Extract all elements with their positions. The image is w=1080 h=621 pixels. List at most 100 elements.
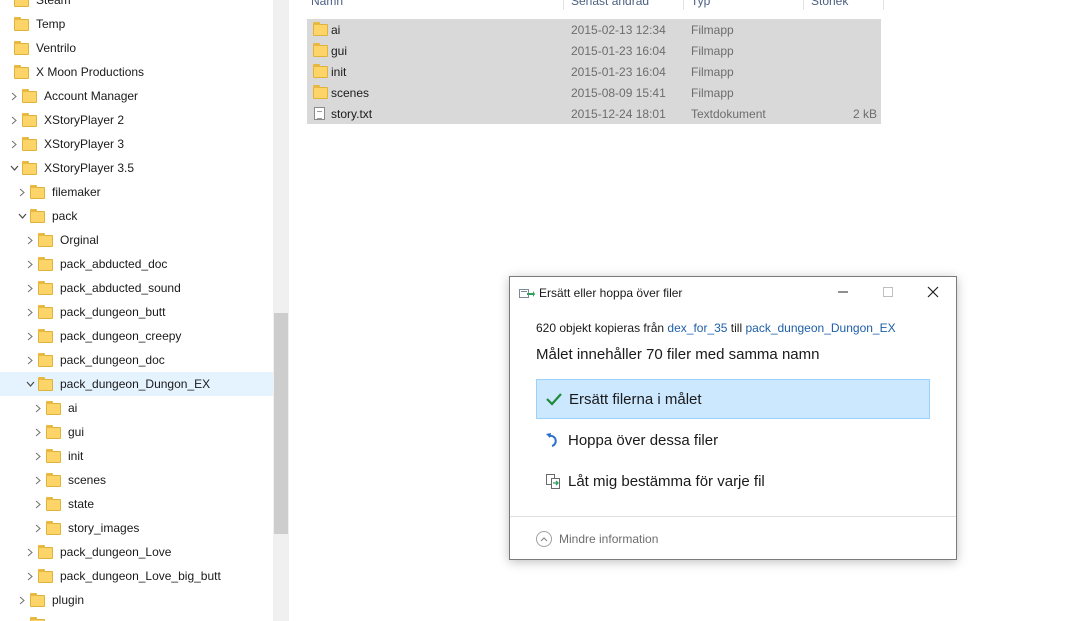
chevron-right-icon[interactable] — [16, 180, 28, 204]
chevron-right-icon[interactable] — [24, 564, 36, 588]
chevron-right-icon[interactable] — [8, 84, 20, 108]
nav-tree-item[interactable]: filemaker — [0, 180, 273, 204]
chevron-down-icon[interactable] — [24, 372, 36, 396]
chevron-right-icon[interactable] — [32, 468, 44, 492]
chevron-right-icon[interactable] — [24, 348, 36, 372]
chevron-right-icon[interactable] — [24, 228, 36, 252]
chevron-right-icon[interactable] — [24, 300, 36, 324]
maximize-icon — [882, 287, 893, 297]
nav-tree-item[interactable]: Account Manager — [0, 84, 273, 108]
destination-folder-link[interactable]: pack_dungeon_Dungon_EX — [745, 321, 895, 335]
nav-tree-item[interactable]: XStoryPlayer 3 — [0, 132, 273, 156]
folder-icon — [30, 592, 46, 607]
nav-tree-item[interactable]: XStoryPlayer 2 — [0, 108, 273, 132]
chevron-right-icon[interactable] — [32, 492, 44, 516]
chevron-right-icon[interactable] — [16, 588, 28, 612]
nav-tree-item-label: ai — [68, 401, 78, 415]
nav-tree-item[interactable]: pack_dungeon_doc — [0, 348, 273, 372]
dialog-titlebar[interactable]: Ersätt eller hoppa över filer — [510, 277, 956, 307]
chevron-down-icon[interactable] — [8, 156, 20, 180]
nav-tree-item-label: pack_dungeon_butt — [60, 305, 166, 319]
column-header-size[interactable]: Storlek — [804, 0, 884, 10]
chevron-right-icon[interactable] — [32, 396, 44, 420]
nav-tree-item[interactable]: plugin — [0, 588, 273, 612]
folder-icon — [46, 448, 62, 463]
nav-tree-item[interactable]: pack — [0, 204, 273, 228]
folder-icon — [46, 400, 62, 415]
folder-icon — [14, 64, 30, 79]
nav-tree-item[interactable]: state — [0, 492, 273, 516]
file-row[interactable]: init 2015-01-23 16:04 Filmapp — [307, 61, 881, 82]
nav-tree-item[interactable]: gui — [0, 420, 273, 444]
folder-icon — [14, 40, 30, 55]
file-row[interactable]: gui 2015-01-23 16:04 Filmapp — [307, 40, 881, 61]
minimize-button[interactable] — [820, 277, 865, 307]
chevron-right-icon[interactable] — [8, 132, 20, 156]
chevron-up-icon — [536, 531, 552, 547]
nav-tree-item[interactable]: XStoryPlayer 3.5 — [0, 156, 273, 180]
nav-tree-item[interactable]: pack_dungeon_Dungon_EX — [0, 372, 273, 396]
chevron-right-icon[interactable] — [24, 324, 36, 348]
chevron-right-icon[interactable] — [32, 516, 44, 540]
file-name: init — [331, 64, 347, 79]
file-row[interactable]: story.txt 2015-12-24 18:01 Textdokument 2 k… — [307, 103, 881, 124]
file-row[interactable]: ai 2015-02-13 12:34 Filmapp — [307, 19, 881, 40]
nav-tree-item[interactable]: pack_dungeon_Love — [0, 540, 273, 564]
close-button[interactable] — [910, 277, 955, 307]
chevron-right-icon[interactable] — [32, 420, 44, 444]
nav-tree-item[interactable]: pack_abducted_sound — [0, 276, 273, 300]
nav-tree-item[interactable]: pack_dungeon_creepy — [0, 324, 273, 348]
skip-files-option[interactable]: Hoppa över dessa filer — [536, 420, 930, 460]
column-header-date[interactable]: Senast ändrad — [564, 0, 684, 10]
file-date-modified: 2015-01-23 16:04 — [571, 64, 666, 79]
nav-tree-item-label: pack_abducted_sound — [60, 281, 181, 295]
nav-tree-item-label: Ventrilo — [36, 41, 77, 55]
nav-tree-item-label: story_images — [68, 521, 140, 535]
file-size: 2 kB — [852, 106, 877, 121]
nav-tree-item[interactable]: pack_dungeon_Love_big_butt — [0, 564, 273, 588]
nav-tree-item[interactable]: Orginal — [0, 228, 273, 252]
nav-tree-item[interactable]: X Moon Productions — [0, 60, 273, 84]
file-row[interactable]: scenes 2015-08-09 15:41 Filmapp — [307, 82, 881, 103]
folder-icon — [38, 280, 54, 295]
column-header-name[interactable]: Namn — [289, 0, 564, 10]
chevron-right-icon[interactable] — [24, 540, 36, 564]
nav-tree-item[interactable]: init — [0, 444, 273, 468]
column-header-type[interactable]: Typ — [684, 0, 804, 10]
chevron-right-icon[interactable] — [8, 108, 20, 132]
file-date-modified: 2015-08-09 15:41 — [571, 85, 666, 100]
nav-tree-item[interactable]: Ventrilo — [0, 36, 273, 60]
folder-icon — [313, 43, 328, 57]
nav-tree-item[interactable]: ai — [0, 396, 273, 420]
nav-tree-item[interactable]: story_images — [0, 516, 273, 540]
folder-icon — [313, 64, 328, 78]
nav-tree-item[interactable]: Steam — [0, 0, 273, 12]
navigation-scrollbar[interactable] — [273, 0, 289, 621]
file-date-modified: 2015-01-23 16:04 — [571, 43, 666, 58]
navigation-scrollbar-thumb[interactable] — [274, 313, 288, 534]
fewer-details-toggle[interactable]: Mindre information — [536, 529, 658, 549]
nav-tree-item[interactable]: pack_abducted_doc — [0, 252, 273, 276]
navigation-pane: Steam Temp Ventrilo X Moon Productions Accou… — [0, 0, 273, 621]
column-header-size-label: Storlek — [811, 0, 849, 8]
chevron-right-icon[interactable] — [24, 276, 36, 300]
decide-each-file-option[interactable]: Låt mig bestämma för varje fil — [536, 461, 930, 501]
replace-or-skip-dialog: Ersätt eller hoppa över filer 620 objekt… — [509, 276, 957, 560]
folder-icon — [38, 304, 54, 319]
nav-tree-item[interactable]: pack_dungeon_butt — [0, 300, 273, 324]
folder-icon — [38, 232, 54, 247]
chevron-right-icon[interactable] — [32, 444, 44, 468]
nav-tree-item-label: XStoryPlayer 2 — [44, 113, 125, 127]
replace-files-option[interactable]: Ersätt filerna i målet — [536, 379, 930, 419]
nav-tree-item[interactable] — [0, 612, 273, 621]
folder-icon — [22, 112, 38, 127]
nav-tree-item[interactable]: scenes — [0, 468, 273, 492]
column-header-date-label: Senast ändrad — [571, 0, 650, 8]
nav-tree-item-label: plugin — [52, 593, 85, 607]
chevron-right-icon[interactable] — [24, 252, 36, 276]
chevron-down-icon[interactable] — [16, 204, 28, 228]
source-folder-link[interactable]: dex_for_35 — [667, 321, 727, 335]
nav-tree-item[interactable]: Temp — [0, 12, 273, 36]
column-header-name-label: Namn — [311, 0, 344, 8]
